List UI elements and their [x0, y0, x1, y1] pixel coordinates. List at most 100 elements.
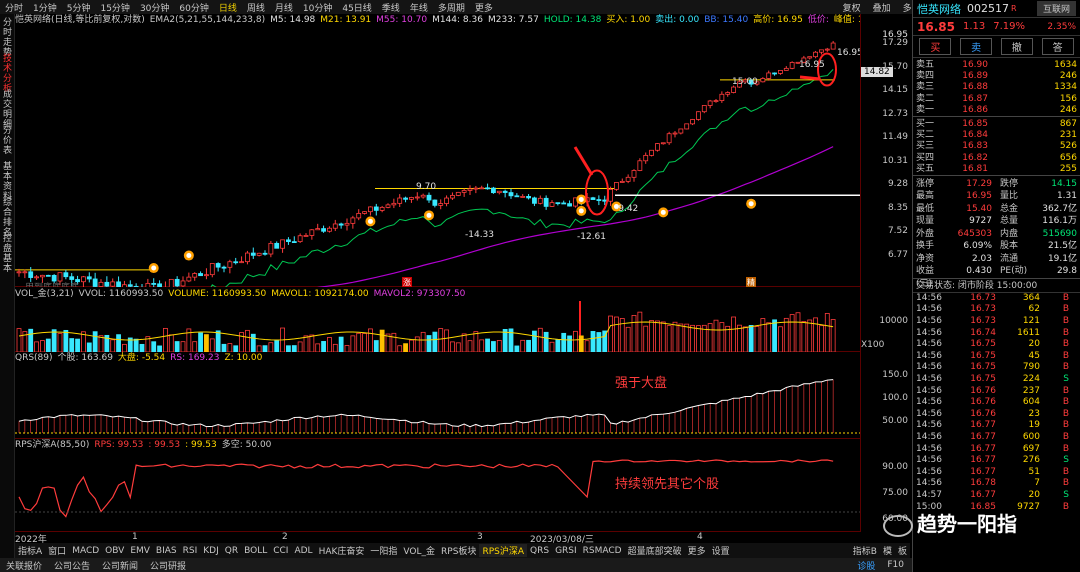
indicator-tab-0[interactable]: 指标A — [15, 544, 45, 557]
candle — [526, 195, 531, 199]
period-10[interactable]: 45日线 — [337, 1, 376, 14]
qrs-panel[interactable]: QRS(89) 个股: 163.69 大盘: -5.54 RS: 169.23 Z: 1… — [15, 352, 860, 439]
indicator-tab-12[interactable]: HAK庄奋安 — [316, 544, 368, 557]
left-tab-3[interactable]: 分价表 — [1, 126, 14, 156]
kline-panel[interactable]: 恺英网络(日线,等比前复权,对数) EMA2(5,21,55,144,233,8)… — [15, 14, 860, 287]
volume-bar — [92, 331, 98, 352]
status-right-1[interactable]: F10 — [881, 560, 910, 570]
indicator-right-tab-0[interactable]: 指标B — [850, 544, 880, 557]
volume-bar — [151, 341, 157, 352]
trade-side: B — [1062, 397, 1069, 408]
status-right-0[interactable]: 诊股 — [851, 559, 881, 572]
candle — [291, 241, 297, 244]
status-link-1[interactable]: 公司公告 — [48, 559, 96, 572]
indicator-tab-18[interactable]: GRSI — [552, 546, 580, 556]
indicator-tab-6[interactable]: RSI — [180, 546, 201, 556]
candle — [696, 111, 701, 120]
indicator-tabs: 指标A 窗口 MACD OBV EMV BIAS RSI KDJ QR BOLL CCI ADL HAK… — [15, 543, 910, 558]
indicator-tab-5[interactable]: BIAS — [153, 546, 180, 556]
stat-value: 14.15 — [1051, 178, 1077, 189]
trade-button-3[interactable]: 答 — [1041, 38, 1074, 55]
left-tab-2[interactable]: 成交明细 — [1, 90, 14, 130]
volume-bar — [549, 341, 555, 352]
indicator-tab-2[interactable]: MACD — [69, 546, 102, 556]
status-link-3[interactable]: 公司研报 — [144, 559, 192, 572]
period-14[interactable]: 更多 — [470, 1, 498, 14]
candle — [631, 170, 637, 178]
indicator-tab-14[interactable]: VOL_金 — [400, 544, 438, 557]
period-6[interactable]: 日线 — [214, 1, 242, 14]
volume-bar — [227, 343, 233, 352]
period-8[interactable]: 月线 — [270, 1, 298, 14]
candle — [116, 281, 121, 287]
indicator-tab-1[interactable]: 窗口 — [45, 544, 69, 557]
toolbar-right-0[interactable]: 复权 — [837, 1, 867, 14]
stat-key: 跌停 — [1000, 178, 1019, 189]
trade-time: 14:56 — [916, 478, 942, 489]
volume-bar — [63, 329, 69, 352]
indicator-tab-10[interactable]: CCI — [270, 546, 291, 556]
indicator-tab-16[interactable]: RPS沪深A — [479, 544, 527, 557]
volume-panel[interactable]: VOL_金(3,21) VVOL: 1160993.50 VOLUME: 11609… — [15, 288, 860, 352]
period-9[interactable]: 10分钟 — [298, 1, 337, 14]
left-tab-0[interactable]: 分时走势 — [1, 18, 14, 58]
indicator-tab-7[interactable]: KDJ — [200, 546, 222, 556]
indicator-tab-19[interactable]: RSMACD — [580, 546, 625, 556]
period-13[interactable]: 多周期 — [433, 1, 470, 14]
period-7[interactable]: 周线 — [242, 1, 270, 14]
indicator-tab-17[interactable]: QRS — [527, 546, 552, 556]
candle — [250, 252, 256, 256]
indicator-tab-15[interactable]: RPS板块 — [438, 544, 479, 557]
book-price: 16.87 — [962, 93, 988, 104]
indicator-tab-20[interactable]: 超量底部突破 — [625, 544, 685, 557]
indicator-tab-8[interactable]: QR — [222, 546, 241, 556]
trade-button-2[interactable]: 撤 — [1000, 38, 1033, 55]
trade-time: 14:56 — [916, 385, 942, 396]
indicator-tab-22[interactable]: 设置 — [709, 544, 733, 557]
buy-signal-dot — [578, 196, 584, 202]
trade-button-1[interactable]: 卖 — [960, 38, 993, 55]
volume-bar — [567, 335, 572, 352]
indicator-tab-11[interactable]: ADL — [291, 546, 315, 556]
indicator-tab-9[interactable]: BOLL — [241, 546, 270, 556]
indicator-tab-13[interactable]: 一阳指 — [367, 544, 400, 557]
kline-chart: 16.9516.9515.009.70-9.42-14.33-12.61-6.2… — [15, 40, 860, 287]
info-item: M233: 7.57 — [487, 15, 539, 25]
indicator-tab-3[interactable]: OBV — [102, 546, 127, 556]
volume-bar — [737, 324, 742, 352]
sector-link[interactable]: 互联网 — [1036, 1, 1076, 16]
book-row: 买一 16.85 867 — [913, 119, 1080, 130]
period-1[interactable]: 1分钟 — [28, 1, 62, 14]
trade-time: 14:56 — [916, 443, 942, 454]
indicator-right-tab-2[interactable]: 板 — [895, 544, 910, 557]
price-header: 16.85 1.13 7.19% 2.35% — [913, 18, 1080, 36]
candle — [92, 278, 98, 287]
candle — [543, 197, 549, 207]
book-label: 买五 — [916, 163, 935, 174]
period-4[interactable]: 30分钟 — [135, 1, 174, 14]
candle — [297, 235, 303, 243]
left-tab-1[interactable]: 技术分析 — [1, 54, 14, 94]
left-tab-4[interactable]: 基本资料 — [1, 162, 14, 202]
left-tab-5[interactable]: 综合排名 — [1, 198, 14, 238]
trade-volume: 51 — [1028, 466, 1040, 477]
status-link-2[interactable]: 公司新闻 — [96, 559, 144, 572]
status-link-0[interactable]: 关联报价 — [0, 559, 48, 572]
indicator-right-tab-1[interactable]: 模 — [880, 544, 895, 557]
rps-panel[interactable]: RPS沪深A(85,50) RPS: 99.53: 99.53: 99.53 多空:… — [15, 439, 860, 532]
label-9-42: -9.42 — [615, 204, 638, 214]
period-5[interactable]: 60分钟 — [174, 1, 213, 14]
trade-side: S — [1063, 489, 1069, 500]
period-11[interactable]: 季线 — [377, 1, 405, 14]
period-12[interactable]: 年线 — [405, 1, 433, 14]
wechat-icon — [883, 514, 913, 537]
period-3[interactable]: 15分钟 — [95, 1, 134, 14]
indicator-tab-21[interactable]: 更多 — [685, 544, 709, 557]
trade-button-0[interactable]: 买 — [919, 38, 952, 55]
indicator-tab-4[interactable]: EMV — [127, 546, 153, 556]
toolbar-right-1[interactable]: 叠加 — [867, 1, 897, 14]
candle — [450, 195, 455, 199]
left-tab-6[interactable]: 控盘基本 — [1, 234, 14, 274]
period-0[interactable]: 分时 — [0, 1, 28, 14]
period-2[interactable]: 5分钟 — [62, 1, 96, 14]
